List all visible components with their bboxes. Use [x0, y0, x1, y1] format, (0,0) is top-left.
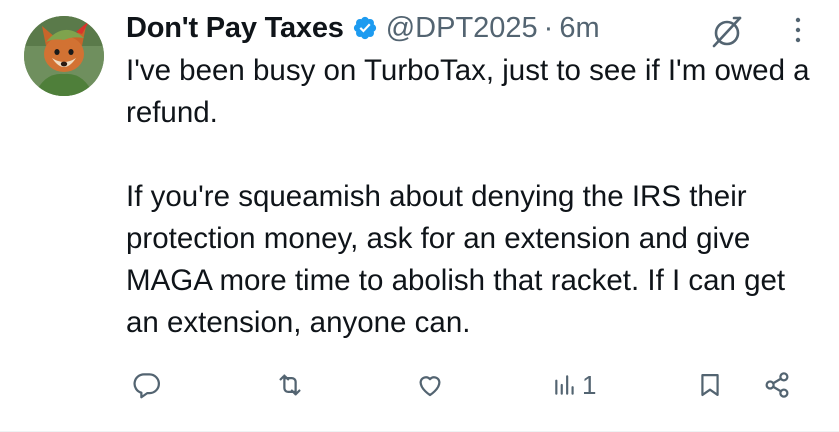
reply-button[interactable]	[132, 362, 162, 408]
avatar[interactable]	[24, 16, 104, 96]
retweet-button[interactable]	[274, 362, 306, 408]
reply-icon	[132, 370, 162, 400]
tweet-text: I've been busy on TurboTax, just to see …	[126, 54, 810, 339]
like-button[interactable]	[414, 362, 446, 408]
share-button[interactable]	[762, 362, 792, 408]
action-bar: 1	[0, 362, 839, 408]
user-handle[interactable]: @DPT2025	[386, 12, 538, 45]
views-count: 1	[582, 369, 597, 400]
tweet-header: Don't Pay Taxes @DPT2025 · 6m	[126, 8, 600, 48]
bookmark-icon	[696, 370, 724, 400]
avatar-image	[24, 16, 104, 96]
bookmark-button[interactable]	[696, 362, 724, 408]
heart-icon	[414, 370, 446, 400]
display-name[interactable]: Don't Pay Taxes	[126, 12, 344, 45]
views-button[interactable]: 1	[552, 362, 596, 408]
more-options-icon[interactable]	[786, 12, 810, 48]
tweet[interactable]: Don't Pay Taxes @DPT2025 · 6m I've been …	[0, 0, 839, 432]
timestamp[interactable]: 6m	[559, 12, 599, 45]
share-icon	[762, 370, 792, 400]
separator-dot: ·	[543, 11, 554, 44]
grok-icon[interactable]	[706, 12, 748, 50]
retweet-icon	[274, 370, 306, 400]
views-icon	[552, 370, 578, 400]
verified-badge-icon	[352, 15, 378, 41]
